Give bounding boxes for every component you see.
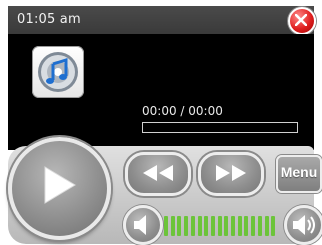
volume-up-button[interactable] — [284, 205, 322, 245]
volume-bar — [184, 216, 188, 236]
volume-bar — [265, 216, 269, 236]
title-bar: 01:05 am — [8, 6, 316, 35]
volume-bar — [244, 216, 248, 236]
controls-area: Menu — [0, 132, 322, 245]
volume-bar — [258, 216, 262, 236]
volume-bar — [171, 216, 175, 236]
volume-bar — [271, 216, 275, 236]
volume-bar — [251, 216, 255, 236]
volume-bar — [224, 216, 228, 236]
close-icon — [295, 14, 307, 26]
time-display: 00:00 / 00:00 — [142, 104, 223, 118]
rewind-button[interactable] — [125, 152, 191, 196]
speaker-high-icon — [293, 215, 315, 235]
volume-bar — [238, 216, 242, 236]
media-player: 01:05 am 00:00 / 00:00 Menu — [0, 0, 322, 245]
fast-forward-button[interactable] — [198, 152, 264, 196]
volume-bar — [191, 216, 195, 236]
speaker-low-icon — [134, 215, 146, 235]
volume-bar — [211, 216, 215, 236]
volume-bar — [198, 216, 202, 236]
play-icon — [44, 166, 76, 204]
menu-button[interactable]: Menu — [276, 155, 322, 193]
album-art — [32, 46, 84, 98]
menu-label: Menu — [280, 164, 318, 180]
close-button[interactable] — [288, 7, 316, 35]
volume-bar — [204, 216, 208, 236]
music-note-icon — [38, 52, 78, 92]
volume-bar — [218, 216, 222, 236]
play-button[interactable] — [8, 137, 111, 240]
rewind-icon — [143, 165, 173, 181]
volume-bar — [231, 216, 235, 236]
volume-level-bars[interactable] — [164, 212, 278, 236]
volume-down-button[interactable] — [123, 205, 163, 245]
volume-bar — [177, 216, 181, 236]
fast-forward-icon — [216, 165, 246, 181]
volume-bar — [164, 216, 168, 236]
clock-label: 01:05 am — [17, 12, 81, 27]
